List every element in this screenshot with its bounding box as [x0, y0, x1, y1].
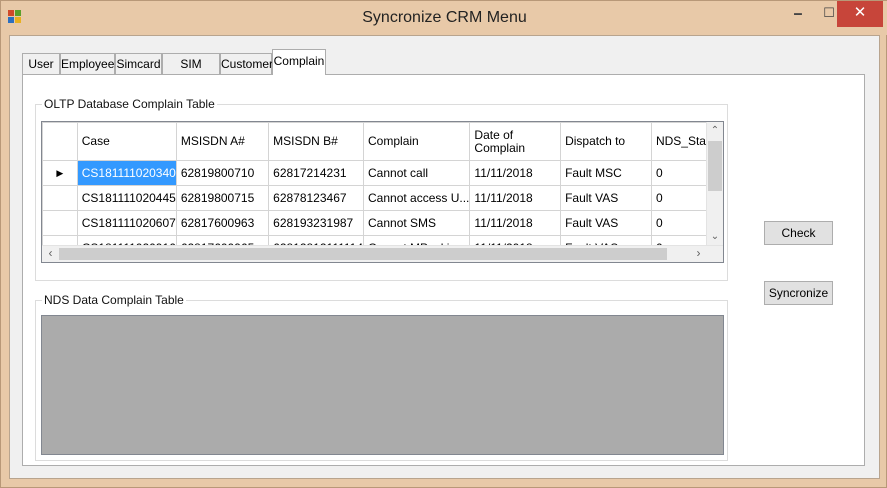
tab-simcard[interactable]: Simcard: [115, 53, 162, 75]
table-cell[interactable]: Cannot call: [363, 160, 471, 186]
tab-customer[interactable]: Customer: [220, 53, 273, 75]
oltp-complain-grid[interactable]: Case MSISDN A# MSISDN B# Complain Date o…: [41, 121, 724, 263]
table-cell[interactable]: CS181111020445: [76, 185, 177, 211]
window-title: Syncronize CRM Menu: [362, 9, 527, 26]
table-row[interactable]: CS181111020445 62819800715 62878123467 C…: [42, 185, 723, 211]
table-cell[interactable]: 62817214231: [268, 160, 365, 186]
vertical-scroll-thumb[interactable]: [708, 141, 722, 191]
horizontal-scrollbar[interactable]: ‹ ›: [42, 245, 723, 262]
table-cell[interactable]: 62817600963: [175, 210, 270, 236]
minimize-icon: 🗕: [793, 5, 803, 20]
nds-group-label: NDS Data Complain Table: [42, 293, 186, 307]
table-cell[interactable]: 62819800710: [175, 160, 270, 186]
table-cell[interactable]: Cannot access U...: [363, 185, 471, 211]
table-cell[interactable]: Fault VAS: [560, 185, 652, 211]
vertical-scrollbar[interactable]: ⌃ ⌄: [706, 122, 723, 246]
app-window: Syncronize CRM Menu 🗕 ☐ ✕ User Employee …: [0, 0, 887, 488]
scroll-down-icon[interactable]: ⌄: [707, 228, 723, 245]
table-cell[interactable]: Cannot SMS: [363, 210, 471, 236]
tab-user[interactable]: User: [22, 53, 60, 75]
column-header-date-of-complain[interactable]: Date of Complain: [469, 122, 562, 161]
row-header-corner: [42, 122, 78, 161]
title-bar[interactable]: Syncronize CRM Menu 🗕 ☐ ✕: [1, 1, 887, 35]
table-cell[interactable]: 62819800715: [175, 185, 270, 211]
client-area: User Employee Simcard SIM Profile Custom…: [9, 35, 880, 479]
horizontal-scroll-thumb[interactable]: [59, 248, 667, 260]
column-header-complain[interactable]: Complain: [363, 122, 471, 161]
nds-group: NDS Data Complain Table: [35, 293, 728, 461]
minimize-button[interactable]: 🗕: [781, 1, 815, 27]
table-cell[interactable]: 62878123467: [268, 185, 365, 211]
table-cell[interactable]: 628193231987: [268, 210, 365, 236]
grid-header-row: Case MSISDN A# MSISDN B# Complain Date o…: [42, 122, 723, 161]
table-row[interactable]: CS181111020607 62817600963 628193231987 …: [42, 210, 723, 236]
scroll-left-icon[interactable]: ‹: [42, 246, 59, 262]
table-cell[interactable]: CS181111020340: [76, 160, 177, 186]
maximize-icon: ☐: [823, 5, 835, 20]
column-header-msisdn-b[interactable]: MSISDN B#: [268, 122, 365, 161]
tab-sim-profile[interactable]: SIM Profile: [162, 53, 220, 91]
table-row[interactable]: ▶ CS181111020340 62819800710 62817214231…: [42, 160, 723, 186]
check-button[interactable]: Check: [764, 221, 833, 245]
column-header-msisdn-a[interactable]: MSISDN A#: [175, 122, 270, 161]
scroll-up-icon[interactable]: ⌃: [707, 122, 723, 139]
close-button[interactable]: ✕: [837, 1, 883, 27]
nds-complain-grid[interactable]: [41, 315, 724, 455]
complain-tab-page: OLTP Database Complain Table Case MSISDN…: [22, 74, 865, 466]
tab-employee[interactable]: Employee: [60, 53, 115, 75]
row-header[interactable]: [42, 185, 78, 211]
oltp-group-label: OLTP Database Complain Table: [42, 97, 217, 111]
table-cell[interactable]: 11/11/2018: [469, 185, 562, 211]
column-header-case[interactable]: Case: [76, 122, 177, 161]
close-icon: ✕: [853, 4, 867, 21]
tab-complain[interactable]: Complain: [272, 49, 326, 75]
scroll-right-icon[interactable]: ›: [690, 246, 707, 262]
table-cell[interactable]: Fault MSC: [560, 160, 652, 186]
table-cell[interactable]: 11/11/2018: [469, 160, 562, 186]
table-cell[interactable]: CS181111020607: [76, 210, 177, 236]
syncronize-button[interactable]: Syncronize: [764, 281, 833, 305]
table-cell[interactable]: Fault VAS: [560, 210, 652, 236]
column-header-dispatch-to[interactable]: Dispatch to: [560, 122, 652, 161]
row-header[interactable]: [42, 210, 78, 236]
oltp-group: OLTP Database Complain Table Case MSISDN…: [35, 97, 728, 281]
table-cell[interactable]: 11/11/2018: [469, 210, 562, 236]
current-row-indicator-icon: ▶: [42, 160, 78, 186]
oltp-grid-table: Case MSISDN A# MSISDN B# Complain Date o…: [42, 122, 723, 261]
